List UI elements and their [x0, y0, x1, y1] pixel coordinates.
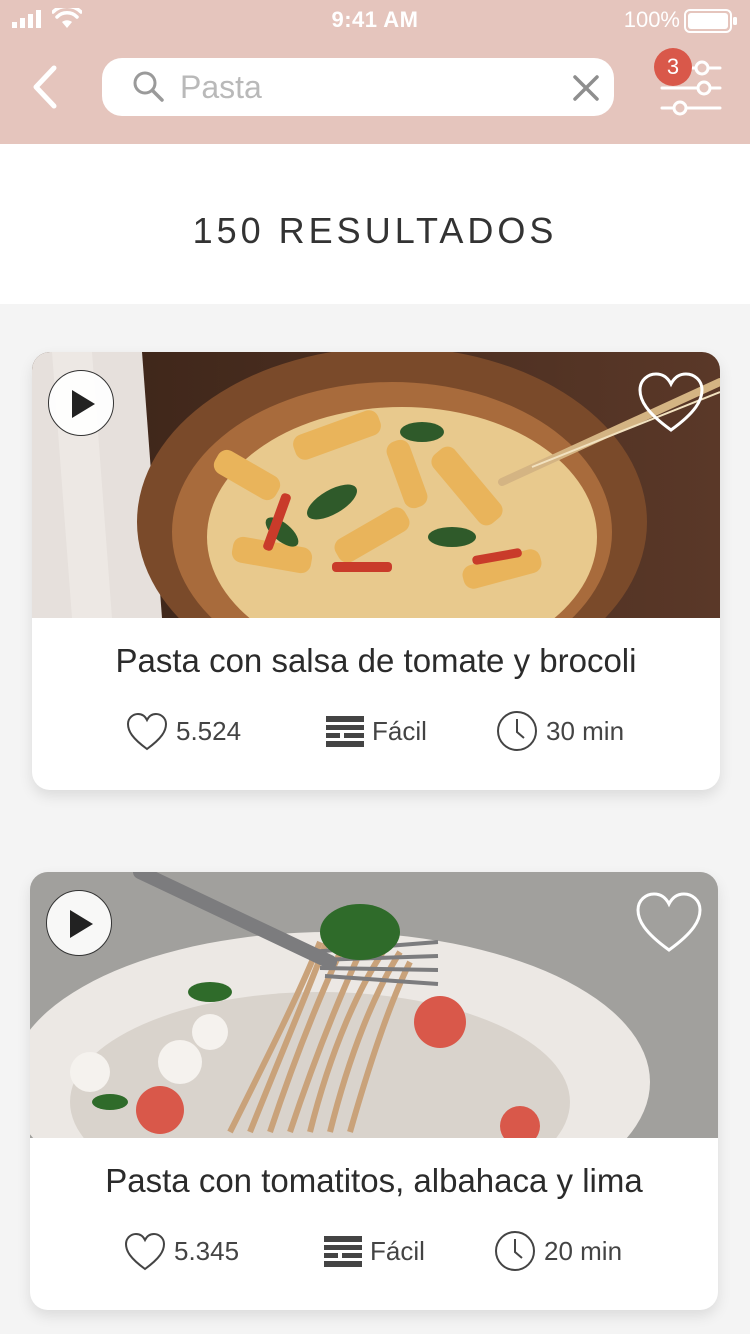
time-label: 30 min [546, 716, 625, 746]
heart-icon [124, 1232, 166, 1271]
difficulty-label: Fácil [370, 1236, 425, 1266]
difficulty-label: Fácil [372, 716, 427, 746]
clock-icon [497, 711, 537, 751]
recipe-card[interactable]: Pasta con salsa de tomate y brocoli 5.52… [32, 352, 720, 790]
difficulty-icon [326, 716, 364, 747]
clock-icon [495, 1231, 535, 1271]
difficulty-stat: Fácil [324, 1230, 434, 1274]
likes-stat: 5.524 [126, 710, 256, 754]
recipe-photo [32, 352, 720, 618]
recipe-photo [30, 872, 718, 1138]
play-video-button[interactable] [46, 890, 112, 956]
difficulty-icon [324, 1236, 362, 1267]
difficulty-stat: Fácil [326, 710, 436, 754]
results-count: 150 RESULTADOS [192, 210, 558, 251]
likes-count: 5.524 [176, 716, 242, 746]
penne-dish-image [32, 352, 720, 618]
recipe-title: Pasta con salsa de tomate y brocoli [115, 642, 637, 679]
play-icon [70, 910, 93, 938]
back-button[interactable] [26, 62, 66, 112]
search-box [102, 58, 614, 116]
results-header: 150 RESULTADOS [0, 144, 750, 304]
recipe-title: Pasta con tomatitos, albahaca y lima [105, 1162, 643, 1199]
play-icon [72, 390, 95, 418]
recipe-card[interactable]: Pasta con tomatitos, albahaca y lima 5.3… [30, 872, 718, 1310]
spaghetti-dish-image [30, 872, 718, 1138]
likes-stat: 5.345 [124, 1230, 254, 1274]
search-input[interactable] [180, 66, 550, 108]
battery-icon [684, 9, 737, 33]
favorite-heart-icon[interactable] [634, 890, 704, 956]
play-video-button[interactable] [48, 370, 114, 436]
favorite-heart-icon[interactable] [636, 370, 706, 436]
status-bar: 9:41 AM 100% [0, 0, 750, 40]
likes-count: 5.345 [174, 1236, 240, 1266]
clear-icon[interactable] [572, 74, 600, 102]
time-stat: 30 min [496, 710, 636, 754]
time-label: 20 min [544, 1236, 623, 1266]
filter-count-badge: 3 [654, 48, 692, 86]
header: 9:41 AM 100% 3 [0, 0, 750, 144]
search-icon [133, 71, 164, 102]
back-icon [33, 65, 57, 109]
heart-icon [126, 712, 168, 751]
battery-percent: 100% [623, 7, 680, 32]
time-stat: 20 min [494, 1230, 634, 1274]
